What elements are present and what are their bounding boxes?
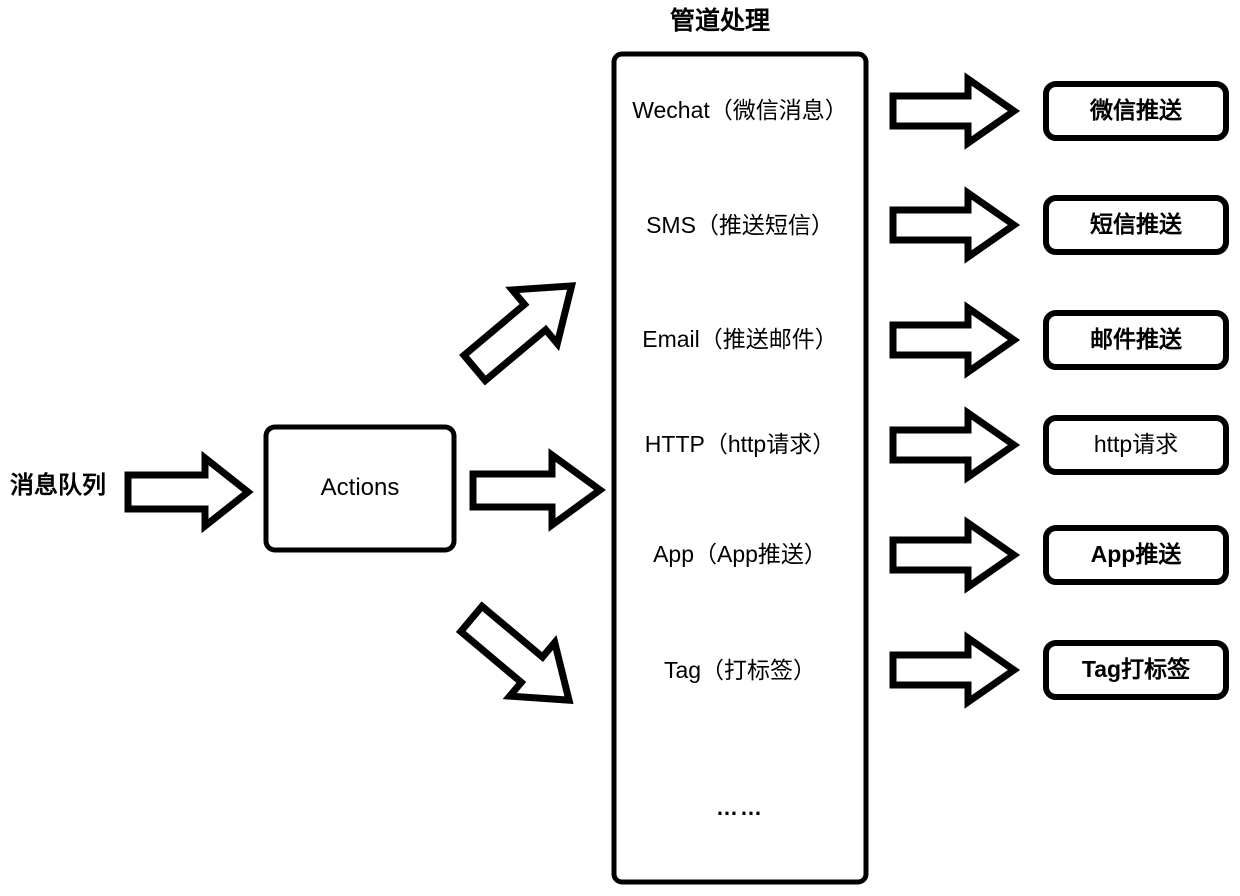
output-label-tag: Tag打标签 (1081, 656, 1191, 682)
pipeline-title-text: 管道处理 (669, 7, 770, 35)
arrow-output-3 (889, 301, 1021, 379)
output-label-wechat: 微信推送 (1090, 97, 1182, 123)
pipeline-title: 管道处理 (0, 9, 1240, 34)
arrow-actions-to-pipeline-lower (455, 601, 574, 704)
pipeline-ellipsis: …… (716, 795, 764, 820)
pipeline-item-app[interactable]: App（App推送） (612, 543, 868, 566)
arrow-output-2 (889, 186, 1021, 264)
pipeline-item-tag[interactable]: Tag（打标签） (612, 659, 868, 682)
pipeline-item-wechat[interactable]: Wechat（微信消息） (612, 99, 868, 122)
arrow-queue-to-actions (124, 450, 254, 534)
output-label-app: App推送 (1090, 541, 1182, 567)
pipeline-item-email[interactable]: Email（推送邮件） (612, 328, 868, 351)
arrow-actions-to-pipeline-upper (459, 282, 577, 386)
arrow-output-5 (889, 516, 1021, 594)
pipeline-box[interactable] (611, 51, 869, 885)
arrow-output-4 (889, 406, 1021, 484)
actions-label: Actions (320, 474, 400, 501)
arrow-actions-to-pipeline (469, 448, 606, 532)
arrow-output-6 (889, 631, 1021, 709)
arrow-output-1 (889, 72, 1021, 150)
pipeline-item-sms[interactable]: SMS（推送短信） (612, 214, 868, 237)
output-label-sms: 短信推送 (1090, 211, 1182, 237)
output-label-http: http请求 (1093, 431, 1179, 457)
message-queue-label: 消息队列 (10, 472, 106, 499)
output-label-email: 邮件推送 (1090, 326, 1182, 352)
pipeline-item-http[interactable]: HTTP（http请求） (612, 433, 868, 456)
diagram-canvas: 管道处理 消息队列 Actions Wechat（微信消息） SMS（推送短信）… (0, 0, 1240, 896)
